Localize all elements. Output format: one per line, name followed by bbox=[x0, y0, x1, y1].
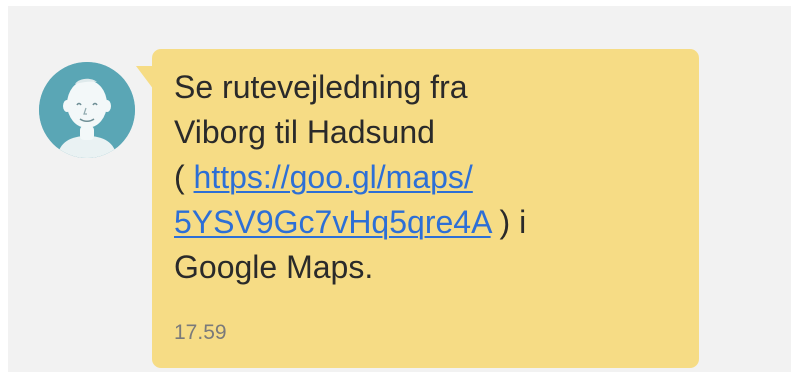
maps-link-part-1[interactable]: https://goo.gl/maps/ bbox=[194, 159, 473, 195]
message-line: Se rutevejledning fra bbox=[174, 69, 468, 105]
message-line: Viborg til Hadsund bbox=[174, 114, 435, 150]
message-line-with-link: 5YSV9Gc7vHq5qre4A ) i bbox=[174, 200, 674, 245]
maps-link-part-2[interactable]: 5YSV9Gc7vHq5qre4A bbox=[174, 204, 491, 240]
default-contact-avatar-icon bbox=[39, 62, 135, 158]
contact-avatar[interactable] bbox=[39, 62, 135, 158]
text-after-link: ) i bbox=[490, 204, 527, 240]
message-line-with-link: ( https://goo.gl/maps/ bbox=[174, 155, 674, 200]
message-line: Google Maps. bbox=[174, 249, 374, 285]
paren-open: ( bbox=[174, 159, 194, 195]
message-bubble[interactable]: Se rutevejledning fra Viborg til Hadsund… bbox=[152, 49, 699, 368]
message-timestamp: 17.59 bbox=[174, 321, 227, 344]
message-body: Se rutevejledning fra Viborg til Hadsund… bbox=[174, 65, 674, 290]
conversation-thread: Se rutevejledning fra Viborg til Hadsund… bbox=[8, 6, 791, 372]
